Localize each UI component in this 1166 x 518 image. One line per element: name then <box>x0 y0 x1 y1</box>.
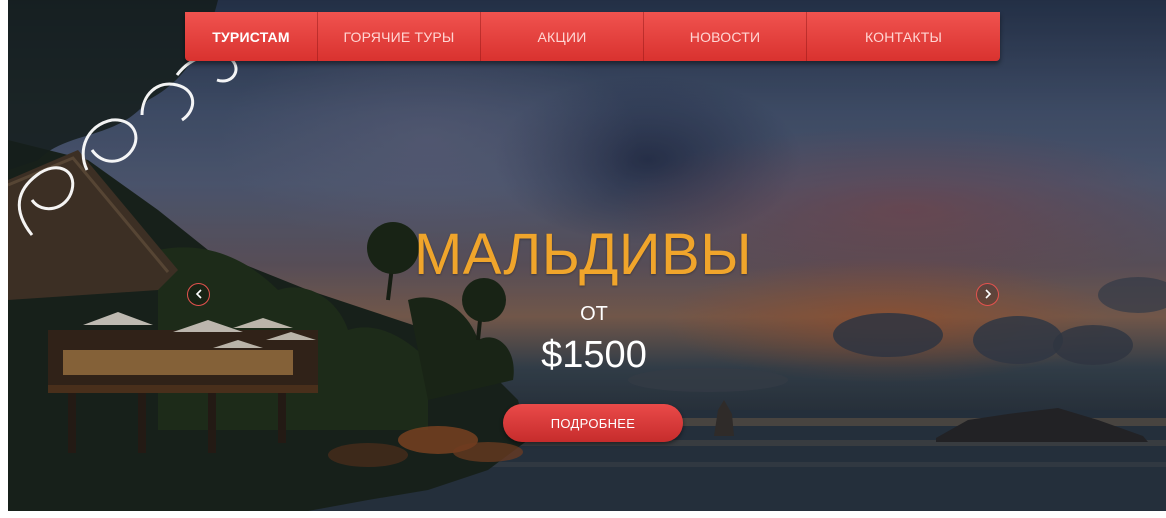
slider-prev-button[interactable] <box>187 283 210 306</box>
slide-price: $1500 <box>541 334 647 376</box>
nav-item-news[interactable]: НОВОСТИ <box>644 12 807 61</box>
nav-item-hot-tours[interactable]: ГОРЯЧИЕ ТУРЫ <box>318 12 481 61</box>
slide-title: МАЛЬДИВЫ <box>413 222 753 287</box>
nav-item-tourists[interactable]: ТУРИСТАМ <box>185 12 318 61</box>
slide-from-label: ОТ <box>580 303 608 325</box>
chevron-right-icon <box>984 286 992 304</box>
slider-next-button[interactable] <box>976 283 999 306</box>
chevron-left-icon <box>195 286 203 304</box>
main-nav: ТУРИСТАМ ГОРЯЧИЕ ТУРЫ АКЦИИ НОВОСТИ КОНТ… <box>185 12 1000 61</box>
nav-item-promotions[interactable]: АКЦИИ <box>481 12 644 61</box>
nav-item-contacts[interactable]: КОНТАКТЫ <box>807 12 1000 61</box>
more-details-button[interactable]: ПОДРОБНЕЕ <box>503 404 683 442</box>
